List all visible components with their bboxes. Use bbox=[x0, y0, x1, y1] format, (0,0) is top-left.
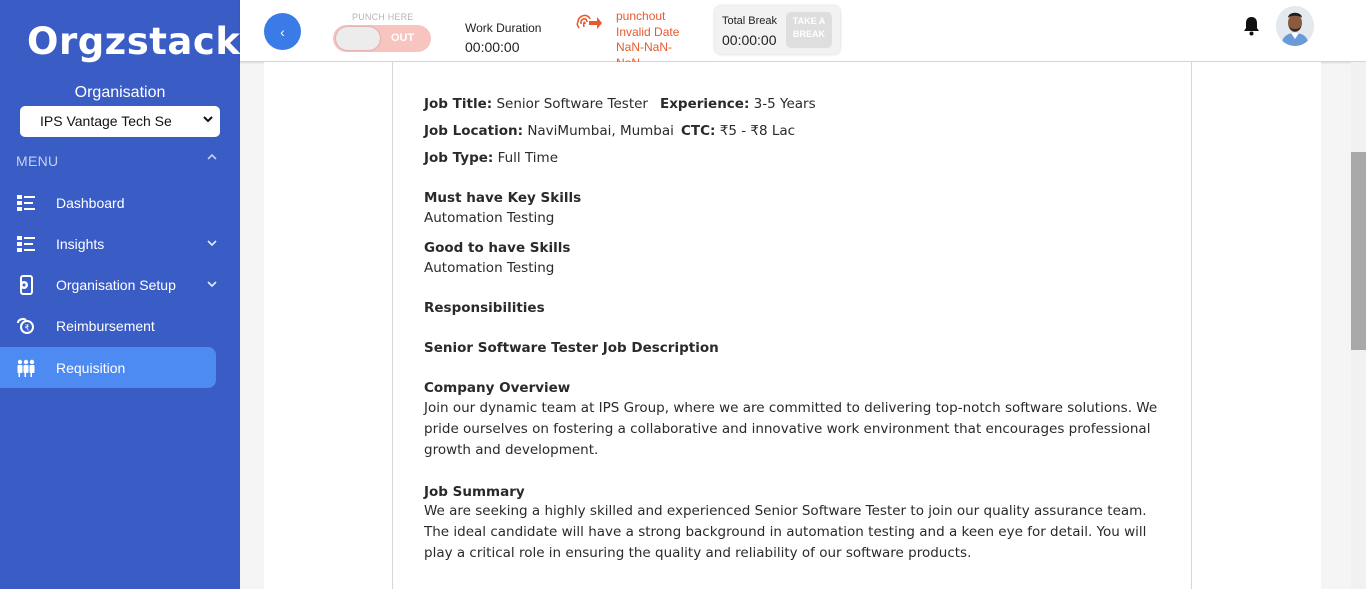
sidebar-item-label: Requisition bbox=[56, 359, 126, 376]
app-logo: Orgzstack bbox=[27, 20, 241, 63]
experience-label: Experience: bbox=[660, 96, 750, 112]
take-break-button[interactable]: TAKE A BREAK bbox=[786, 12, 832, 48]
job-type-row: Job Type: Full Time bbox=[424, 150, 558, 166]
punch-label: PUNCH HERE bbox=[352, 12, 414, 22]
chevron-down-icon bbox=[205, 277, 219, 291]
work-duration-label: Work Duration bbox=[465, 21, 542, 35]
job-summary-body: We are seeking a highly skilled and expe… bbox=[424, 503, 1147, 561]
collapse-sidebar-button[interactable]: ‹ bbox=[264, 13, 301, 50]
sidebar-item-organisation-setup[interactable]: Organisation Setup bbox=[0, 264, 219, 305]
responsibilities-title: Responsibilities bbox=[424, 300, 545, 316]
chevron-left-icon: ‹ bbox=[280, 23, 285, 40]
must-skills-title: Must have Key Skills bbox=[424, 190, 582, 206]
company-overview-title: Company Overview bbox=[424, 380, 571, 396]
fingerprint-icon bbox=[575, 10, 603, 34]
organisation-select[interactable]: IPS Vantage Tech Se bbox=[20, 106, 220, 137]
job-title-value: Senior Software Tester bbox=[496, 96, 648, 112]
sidebar: Orgzstack Organisation IPS Vantage Tech … bbox=[0, 0, 240, 589]
organisation-label: Organisation bbox=[74, 84, 166, 101]
svg-text:₹: ₹ bbox=[25, 323, 30, 332]
job-location-value: NaviMumbai, Mumbai bbox=[527, 123, 674, 139]
job-title-row: Job Title: Senior Software Tester bbox=[424, 96, 648, 112]
sidebar-item-label: Reimbursement bbox=[56, 317, 155, 334]
job-location-row: Job Location: NaviMumbai, Mumbai bbox=[424, 123, 674, 139]
sidebar-item-dashboard[interactable]: Dashboard bbox=[0, 182, 216, 223]
organisation-select-value: IPS Vantage Tech Se bbox=[40, 113, 172, 129]
sidebar-item-label: Organisation Setup bbox=[56, 276, 176, 293]
requisition-people-icon bbox=[16, 358, 36, 378]
jd-title: Senior Software Tester Job Description bbox=[424, 340, 719, 356]
take-break-line1: TAKE A bbox=[792, 16, 826, 26]
job-location-label: Job Location: bbox=[424, 123, 524, 139]
sidebar-item-label: Dashboard bbox=[56, 194, 125, 211]
punch-state-text: OUT bbox=[391, 32, 415, 44]
insights-list-icon bbox=[16, 234, 36, 254]
ctc-value: ₹5 - ₹8 Lac bbox=[719, 123, 796, 139]
total-break-value: 00:00:00 bbox=[722, 32, 777, 48]
content-panel: Job Title: Senior Software Tester Experi… bbox=[264, 62, 1321, 589]
take-break-line2: BREAK bbox=[792, 29, 825, 39]
sidebar-item-label: Insights bbox=[56, 235, 105, 252]
good-skills-value: Automation Testing bbox=[424, 260, 555, 276]
experience-row: Experience: 3-5 Years bbox=[660, 96, 816, 112]
total-break-box: Total Break 00:00:00 TAKE A BREAK bbox=[715, 6, 840, 54]
company-overview-body: Join our dynamic team at IPS Group, wher… bbox=[424, 400, 1158, 458]
reimbursement-icon: ₹ bbox=[16, 316, 36, 336]
punchout-date: Invalid Date bbox=[616, 24, 680, 39]
chevron-down-icon bbox=[202, 113, 214, 128]
top-header: ‹ PUNCH HERE OUT Work Duration 00:00:00 … bbox=[240, 0, 1366, 70]
bell-icon[interactable] bbox=[1243, 16, 1260, 36]
job-summary-title: Job Summary bbox=[424, 484, 525, 500]
job-title-label: Job Title: bbox=[424, 96, 493, 112]
punchout-time-a: NaN-NaN- bbox=[616, 40, 673, 54]
work-duration-value: 00:00:00 bbox=[465, 39, 520, 55]
total-break-label: Total Break bbox=[722, 15, 778, 27]
job-description-card: Job Title: Senior Software Tester Experi… bbox=[392, 62, 1192, 589]
ctc-label: CTC: bbox=[681, 123, 716, 139]
chevron-down-icon bbox=[205, 236, 219, 250]
sidebar-item-requisition[interactable]: Requisition bbox=[0, 347, 216, 388]
good-skills-title: Good to have Skills bbox=[424, 240, 571, 256]
dashboard-list-icon bbox=[16, 193, 36, 213]
sidebar-item-insights[interactable]: Insights bbox=[0, 223, 219, 264]
experience-value: 3-5 Years bbox=[753, 96, 816, 112]
scrollbar-thumb[interactable] bbox=[1351, 152, 1366, 350]
punchout-label: punchout bbox=[616, 9, 666, 23]
org-setup-icon bbox=[16, 274, 36, 295]
ctc-row: CTC: ₹5 - ₹8 Lac bbox=[681, 123, 795, 139]
punch-toggle[interactable]: OUT bbox=[333, 25, 431, 52]
job-type-value: Full Time bbox=[497, 150, 559, 166]
must-skills-value: Automation Testing bbox=[424, 210, 555, 226]
chevron-up-icon[interactable] bbox=[206, 151, 218, 166]
sidebar-item-reimbursement[interactable]: ₹ Reimbursement bbox=[0, 305, 216, 346]
user-avatar[interactable] bbox=[1276, 6, 1314, 46]
job-type-label: Job Type: bbox=[424, 150, 494, 166]
punch-toggle-knob bbox=[336, 27, 380, 50]
menu-section-label: MENU bbox=[16, 153, 59, 169]
